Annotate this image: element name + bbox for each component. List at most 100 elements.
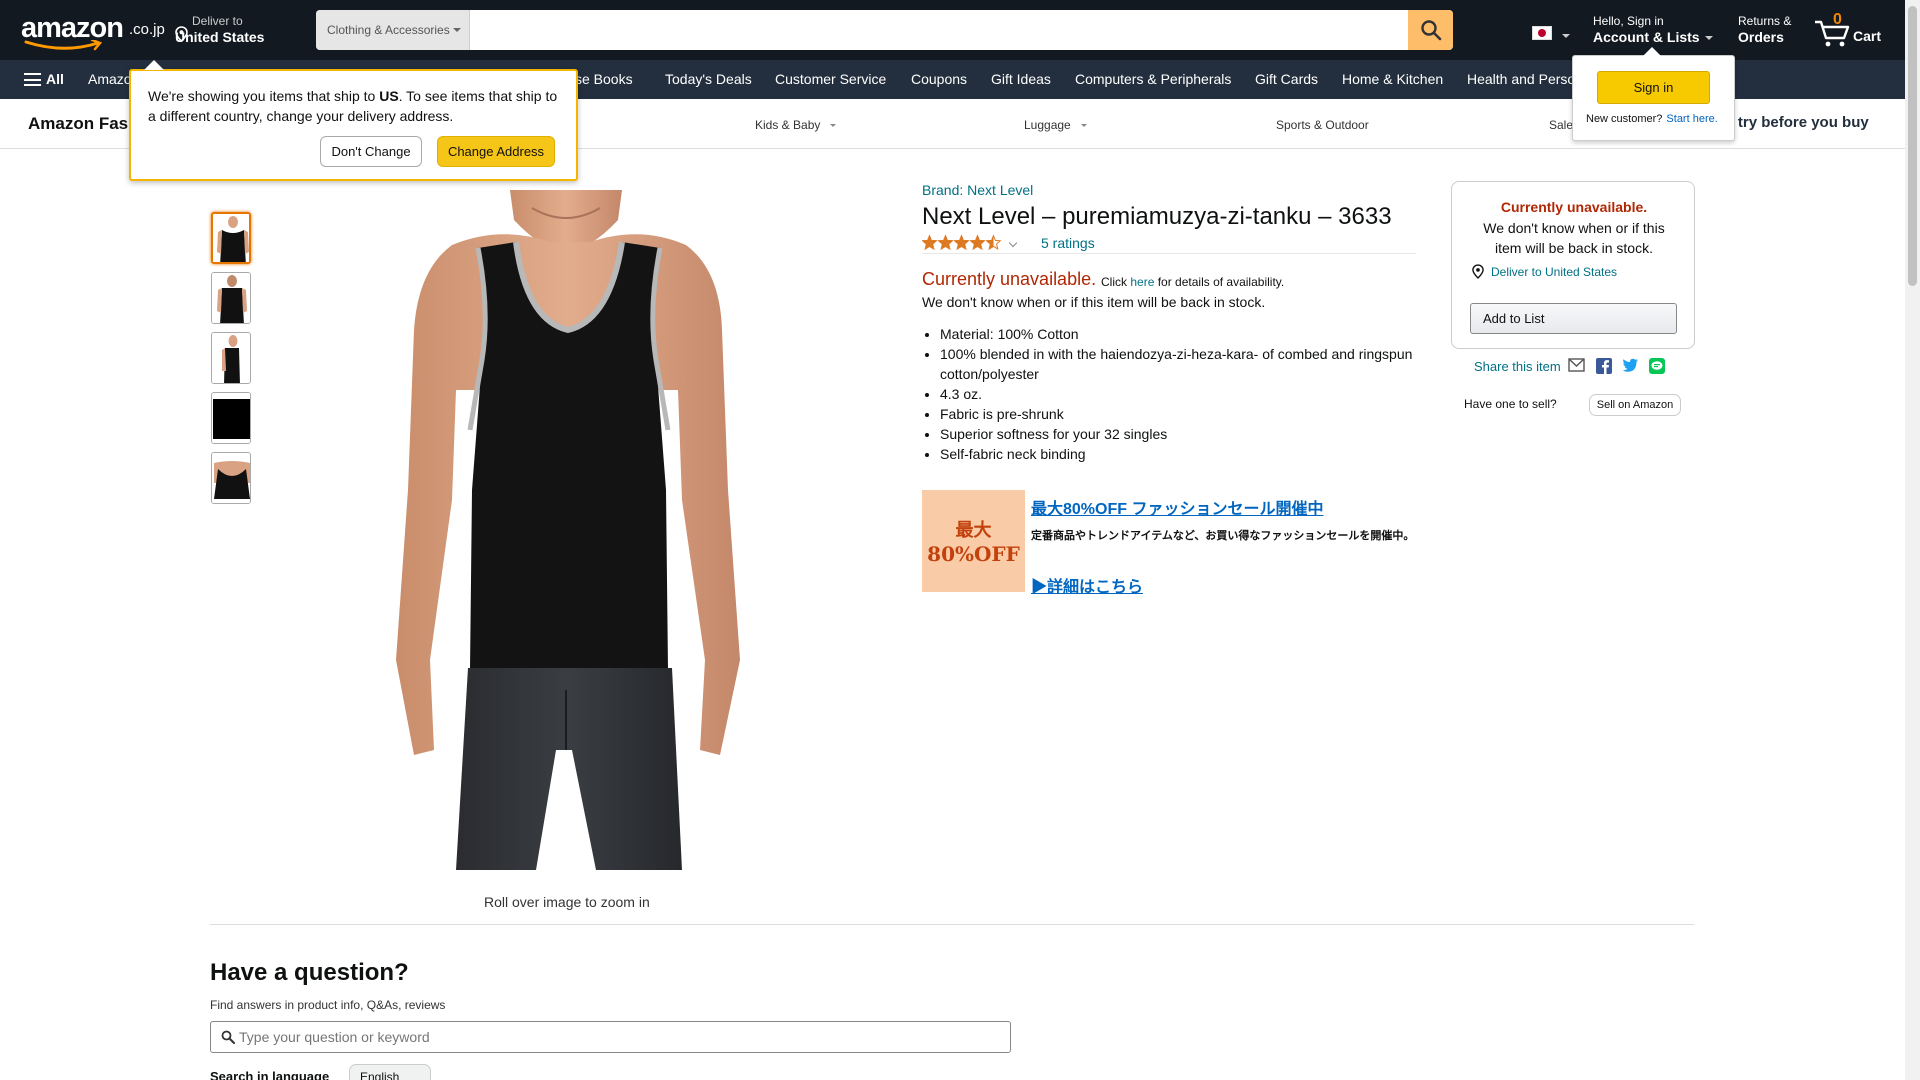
search-language-label: Search in language — [210, 1069, 330, 1080]
availability-here-link[interactable]: here — [1130, 275, 1154, 289]
share-this-item-link[interactable]: Share this item — [1474, 359, 1561, 374]
cart-label: Cart — [1853, 28, 1882, 44]
sell-on-amazon-button[interactable]: Sell on Amazon — [1589, 394, 1681, 416]
thumbnail-1[interactable] — [211, 212, 251, 264]
prime-try-before-you-buy-banner[interactable]: me try before you buy — [1712, 114, 1869, 131]
thumbnail-3[interactable] — [211, 332, 251, 384]
store-cat-label: Sports & Outdoor — [1276, 118, 1369, 132]
account-lists-menu[interactable]: Hello, Sign in Account & Lists — [1593, 14, 1713, 45]
tank-top-side-thumbnail-image — [212, 333, 250, 383]
returns-orders-link[interactable]: Returns & Orders — [1738, 14, 1791, 45]
search-icon — [221, 1030, 235, 1044]
search-category-label: Clothing & Accessories — [327, 23, 450, 37]
all-menu-button[interactable]: All — [24, 71, 64, 87]
subnav-item-health[interactable]: Health and Perso — [1467, 71, 1575, 87]
stock-note: We don't know when or if this item will … — [922, 294, 1266, 310]
tank-top-closeup-thumbnail-image — [212, 453, 250, 503]
brand-link[interactable]: Brand: Next Level — [922, 182, 1033, 198]
feature-bullet: Superior softness for your 32 singles — [940, 424, 1418, 444]
buybox-deliver-link[interactable]: Deliver to United States — [1472, 264, 1617, 279]
star-rating-icon[interactable] — [922, 234, 1002, 250]
store-cat-sale[interactable]: Sale — [1549, 118, 1573, 132]
ratings-count-link[interactable]: 5 ratings — [1041, 235, 1095, 251]
availability-status: Currently unavailable. — [922, 269, 1097, 289]
buy-box: Currently unavailable. We don't know whe… — [1451, 181, 1695, 349]
add-to-list-button[interactable]: Add to List — [1470, 303, 1677, 334]
new-customer-line: New customer? Start here. — [1586, 113, 1718, 125]
fabric-swatch-thumbnail-image — [212, 393, 250, 443]
chevron-down-icon — [1562, 34, 1570, 38]
start-here-link[interactable]: Start here. — [1666, 113, 1717, 125]
logo-tld: .co.jp — [129, 21, 165, 38]
search-category-dropdown[interactable]: Clothing & Accessories — [316, 10, 470, 50]
chevron-down-icon[interactable] — [1008, 238, 1018, 248]
account-greeting: Hello, Sign in — [1593, 14, 1664, 28]
top-navbar: amazon .co.jp Deliver to United States C… — [0, 0, 1920, 60]
main-product-image[interactable] — [360, 190, 775, 870]
ad-description: 定番商品やトレンドアイテムなど、お買い得なファッションセールを開催中。 — [1031, 530, 1415, 542]
tank-top-thumbnail-image — [213, 214, 249, 262]
feature-bullet: 4.3 oz. — [940, 384, 1418, 404]
qa-heading: Have a question? — [210, 959, 409, 986]
sale-ad-image[interactable]: 最大 80%OFF — [922, 490, 1025, 592]
thumbnail-2[interactable] — [211, 272, 251, 324]
availability-details-text: for details of availability. — [1157, 275, 1285, 289]
thumbnail-5[interactable] — [211, 452, 251, 504]
subnav-item-home-kitchen[interactable]: Home & Kitchen — [1342, 71, 1443, 87]
feature-bullet: Fabric is pre-shrunk — [940, 404, 1418, 424]
chevron-down-icon — [1080, 124, 1087, 128]
amazon-logo[interactable]: amazon .co.jp — [20, 12, 165, 51]
email-share-icon[interactable] — [1568, 358, 1585, 374]
scrollbar-thumb[interactable] — [1908, 6, 1917, 286]
subnav-item-coupons[interactable]: Coupons — [911, 71, 967, 87]
line-share-icon[interactable] — [1649, 358, 1665, 374]
store-cat-luggage[interactable]: Luggage — [1024, 118, 1087, 132]
hamburger-menu-icon — [24, 73, 41, 86]
subnav-item-todays-deals[interactable]: Today's Deals — [665, 71, 752, 87]
feature-bullet: Material: 100% Cotton — [940, 324, 1418, 344]
page-scrollbar[interactable] — [1905, 0, 1920, 1080]
subnav-item-customer-service[interactable]: Customer Service — [775, 71, 886, 87]
chevron-down-icon — [453, 28, 461, 32]
rating-star — [985, 234, 1002, 250]
search-button[interactable] — [1408, 10, 1453, 50]
subnav-item-gift-cards[interactable]: Gift Cards — [1255, 71, 1318, 87]
change-address-button[interactable]: Change Address — [437, 136, 555, 167]
qa-search-input[interactable] — [239, 1022, 999, 1052]
ad-image-line1: 最大 — [955, 520, 992, 541]
availability-click-text: Click — [1101, 275, 1127, 289]
subnav-item-books[interactable]: se Books — [575, 71, 633, 87]
twitter-share-icon[interactable] — [1622, 358, 1638, 374]
feature-bullet: Self-fabric neck binding — [940, 444, 1418, 464]
tank-top-back-thumbnail-image — [212, 273, 250, 323]
search-language-select[interactable]: English — [349, 1064, 431, 1080]
availability-note: Click here for details of availability. — [1101, 275, 1284, 289]
search-icon — [1420, 20, 1441, 41]
store-cat-kids-baby[interactable]: Kids & Baby — [755, 118, 837, 132]
japan-flag-icon[interactable] — [1532, 26, 1552, 40]
divider — [922, 253, 1416, 254]
new-customer-label: New customer? — [1586, 113, 1663, 125]
subnav-item-gift-ideas[interactable]: Gift Ideas — [991, 71, 1051, 87]
cart-button[interactable]: 0 Cart — [1814, 10, 1894, 50]
deliver-label: Deliver to — [192, 14, 243, 28]
ad-details-link[interactable]: ▶詳細はこちら — [1031, 573, 1143, 597]
buybox-stock-note: We don't know when or if this item will … — [1483, 220, 1665, 256]
feature-bullets: Material: 100% Cotton 100% blended in wi… — [940, 324, 1418, 464]
search-input[interactable] — [471, 10, 1408, 50]
deliver-to-location[interactable]: Deliver to United States — [175, 14, 264, 45]
ad-headline-link[interactable]: 最大80%OFF ファッションセール開催中 — [1031, 495, 1323, 519]
fashion-sale-ad: 最大 80%OFF 最大80%OFF ファッションセール開催中 定番商品やトレン… — [922, 490, 1417, 597]
returns-label: Returns & — [1738, 14, 1792, 28]
rating-star — [937, 234, 954, 250]
facebook-share-icon[interactable] — [1596, 358, 1612, 374]
store-title[interactable]: Amazon Fas — [28, 114, 128, 134]
qa-search-box — [210, 1021, 1011, 1053]
signin-button[interactable]: Sign in — [1597, 71, 1710, 104]
subnav-item-computers[interactable]: Computers & Peripherals — [1075, 71, 1231, 87]
thumbnail-4[interactable] — [211, 392, 251, 444]
store-cat-sports[interactable]: Sports & Outdoor — [1276, 118, 1369, 132]
section-divider — [210, 924, 1694, 925]
store-cat-label: Kids & Baby — [755, 118, 821, 132]
dont-change-button[interactable]: Don't Change — [320, 136, 422, 167]
